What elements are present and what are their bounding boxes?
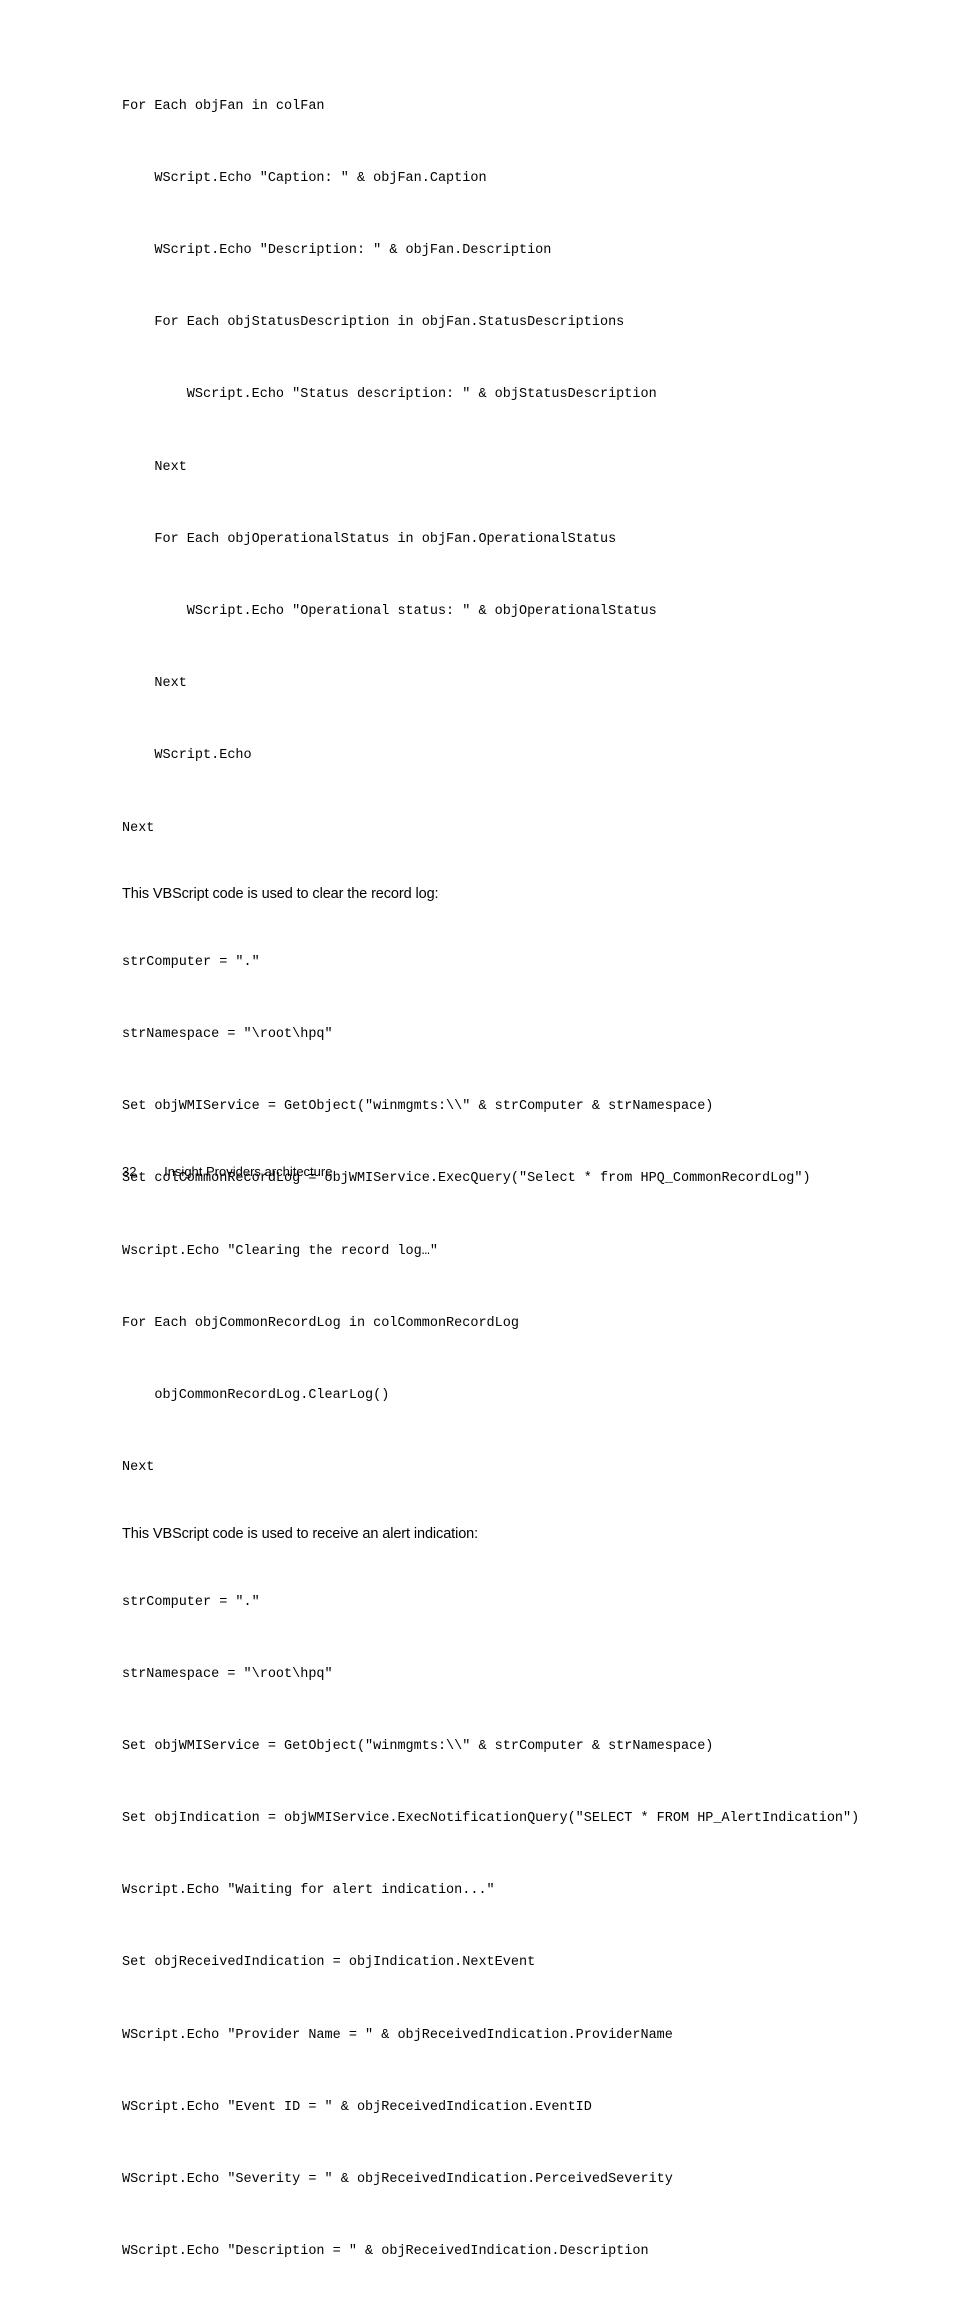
- code-line: WScript.Echo: [122, 747, 894, 766]
- code-line: WScript.Echo "Event ID = " & objReceived…: [122, 2099, 894, 2118]
- code-line: WScript.Echo "Description = " & objRecei…: [122, 2243, 894, 2262]
- code-line: objCommonRecordLog.ClearLog(): [122, 1387, 894, 1406]
- code-line: Set objIndication = objWMIService.ExecNo…: [122, 1810, 894, 1829]
- code-line: WScript.Echo "Severity = " & objReceived…: [122, 2171, 894, 2190]
- code-line: Next: [122, 459, 894, 478]
- code-line: Set objWMIService = GetObject("winmgmts:…: [122, 1738, 894, 1757]
- code-line: Set objWMIService = GetObject("winmgmts:…: [122, 1098, 894, 1117]
- code-line: strNamespace = "\root\hpq": [122, 1666, 894, 1685]
- prose-paragraph-1: This VBScript code is used to clear the …: [122, 886, 894, 902]
- code-block-3: strComputer = "." strNamespace = "\root\…: [122, 1556, 894, 2300]
- code-line: Next: [122, 820, 894, 839]
- code-line: WScript.Echo "Provider Name = " & objRec…: [122, 2027, 894, 2046]
- code-line: Next: [122, 675, 894, 694]
- code-line: Wscript.Echo "Waiting for alert indicati…: [122, 1882, 894, 1901]
- prose-paragraph-2: This VBScript code is used to receive an…: [122, 1526, 894, 1542]
- code-block-2: strComputer = "." strNamespace = "\root\…: [122, 916, 894, 1516]
- code-line: strComputer = ".": [122, 954, 894, 973]
- code-line: For Each objCommonRecordLog in colCommon…: [122, 1315, 894, 1334]
- code-line: strNamespace = "\root\hpq": [122, 1026, 894, 1045]
- code-line: WScript.Echo "Description: " & objFan.De…: [122, 242, 894, 261]
- code-line: For Each objStatusDescription in objFan.…: [122, 314, 894, 333]
- code-line: WScript.Echo "Operational status: " & ob…: [122, 603, 894, 622]
- code-line: For Each objFan in colFan: [122, 98, 894, 117]
- code-line: For Each objOperationalStatus in objFan.…: [122, 531, 894, 550]
- code-line: Next: [122, 1459, 894, 1478]
- footer-title: Insight Providers architecture: [164, 1164, 332, 1179]
- page-number: 32: [122, 1164, 136, 1179]
- code-line: strComputer = ".": [122, 1594, 894, 1613]
- code-line: WScript.Echo "Status description: " & ob…: [122, 386, 894, 405]
- code-line: WScript.Echo "Caption: " & objFan.Captio…: [122, 170, 894, 189]
- page-footer: 32 Insight Providers architecture: [122, 1164, 332, 1179]
- code-line: Set objReceivedIndication = objIndicatio…: [122, 1954, 894, 1973]
- code-line: Wscript.Echo "Clearing the record log…": [122, 1243, 894, 1262]
- code-block-1: For Each objFan in colFan WScript.Echo "…: [122, 60, 894, 876]
